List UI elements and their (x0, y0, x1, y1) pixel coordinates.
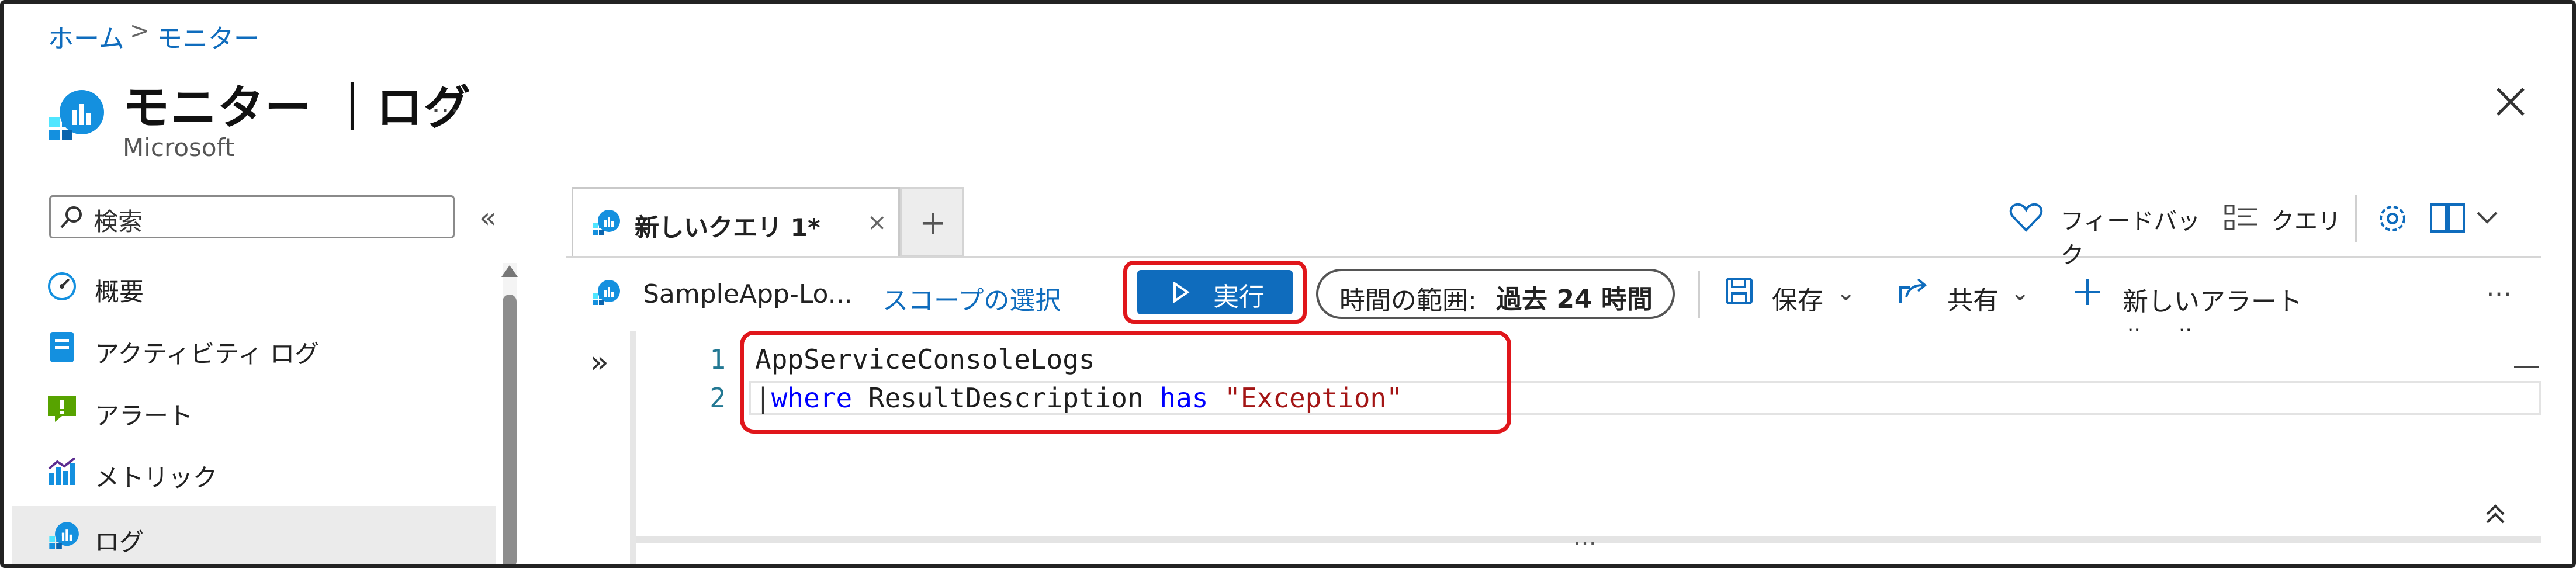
alert-icon (48, 396, 76, 422)
plus-icon: + (919, 204, 947, 242)
time-range-value: 過去 24 時間 (1496, 285, 1653, 314)
sidebar-item-alerts[interactable]: アラート (0, 383, 496, 442)
share-icon (1899, 278, 1927, 303)
sidebar-scroll-thumb[interactable] (503, 295, 517, 568)
scope-resource-icon (593, 280, 620, 305)
add-tab-button[interactable]: + (900, 187, 964, 257)
editor-minimap-marker (2514, 366, 2539, 368)
book-icon[interactable] (2430, 203, 2465, 234)
chevron-down-icon[interactable] (2477, 210, 2498, 224)
toolbar-more-button[interactable]: … (2486, 272, 2512, 302)
expand-panel-button[interactable]: » (590, 345, 609, 380)
sidebar-item-label: ログ (95, 528, 144, 556)
gear-icon[interactable] (2375, 201, 2410, 236)
line-number: 1 (709, 344, 726, 375)
feedback-label: フィードバック (2061, 208, 2201, 269)
activity-log-icon (50, 332, 74, 362)
plus-icon (2075, 279, 2100, 305)
sidebar-item-label: メトリック (95, 463, 218, 492)
toolbar-separator (2355, 195, 2357, 242)
page-title: モニター ｜ログ (123, 81, 471, 135)
tab-label: 新しいクエリ 1* (635, 213, 820, 242)
line-number: 2 (709, 382, 726, 414)
chevron-down-icon: ⌄ (1836, 279, 1856, 306)
scope-name: SampleApp-Lo... (643, 279, 853, 309)
sidebar-item-activity-log[interactable]: アクティビティ ログ (0, 321, 496, 380)
overview-gauge-icon (48, 272, 76, 300)
collapse-up-icon[interactable] (2484, 503, 2507, 526)
query-list-icon (2224, 205, 2257, 230)
sidebar-item-logs[interactable]: ログ (0, 507, 496, 566)
feedback-button[interactable]: フィードバック (2009, 201, 2202, 269)
share-label: 共有 (1947, 286, 1999, 316)
toolbar-separator (1698, 271, 1700, 318)
new-alert-rule-button[interactable]: 新しいアラート ルール (2073, 272, 2331, 354)
sidebar-item-label: アラート (95, 401, 193, 430)
chevron-down-icon: ⌄ (2010, 279, 2030, 306)
query-code-highlight (740, 331, 1511, 434)
logs-icon (49, 522, 79, 549)
search-placeholder: 検索 (94, 207, 143, 236)
save-button[interactable]: 保存 ⌄ (1720, 272, 1872, 316)
time-range-label: 時間の範囲: (1339, 286, 1477, 316)
query-tab-logs-icon (593, 210, 620, 235)
save-icon (1726, 278, 1753, 304)
share-button[interactable]: 共有 ⌄ (1896, 272, 2045, 316)
play-icon (1173, 282, 1190, 303)
breadcrumb-monitor-link[interactable]: モニター (157, 18, 259, 55)
editor-gutter-border (630, 331, 636, 564)
run-button-label: 実行 (1213, 282, 1265, 312)
tab-close-button[interactable]: × (867, 209, 887, 236)
save-label: 保存 (1772, 286, 1823, 316)
breadcrumb-home-link[interactable]: ホーム (48, 18, 124, 55)
metrics-icon (48, 457, 76, 485)
monitor-logs-icon (49, 90, 104, 140)
sidebar-item-metrics[interactable]: メトリック (0, 445, 496, 504)
queries-button[interactable]: クエリ (2224, 201, 2341, 236)
search-icon (60, 206, 82, 228)
header-more-button[interactable]: … (431, 86, 459, 119)
collapse-sidebar-button[interactable]: « (479, 202, 496, 234)
splitter-handle[interactable]: … (1573, 524, 1597, 550)
scroll-up-arrow-icon[interactable] (501, 265, 518, 277)
sidebar-item-label: 概要 (95, 278, 144, 306)
select-scope-link[interactable]: スコープの選択 (882, 279, 1061, 317)
breadcrumb-separator: > (130, 18, 150, 44)
tab-strip-divider (566, 256, 2541, 258)
heart-icon (2009, 203, 2043, 232)
sidebar-item-overview[interactable]: 概要 (0, 259, 496, 318)
close-icon[interactable] (2494, 85, 2527, 118)
queries-label: クエリ (2271, 208, 2341, 235)
sidebar-item-label: アクティビティ ログ (95, 340, 320, 368)
page-subtitle: Microsoft (123, 133, 235, 162)
